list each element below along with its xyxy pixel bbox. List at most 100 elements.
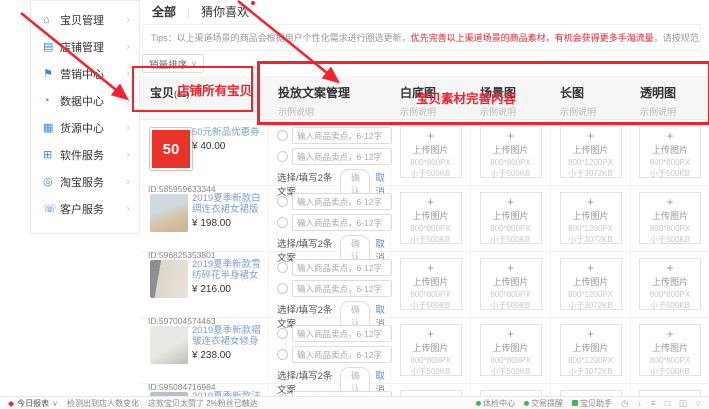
product-title-link[interactable]: 2019夏季新款白绸连衣裙女裙版短袖T恤中长款 — [192, 193, 266, 215]
download-icon[interactable]: ↓ — [637, 398, 641, 408]
plus-icon: + — [481, 329, 541, 340]
scene-upload-cell: + 上传图片 800*800PX 小于500KB — [470, 384, 550, 396]
product-image[interactable] — [150, 326, 188, 364]
upload-label: 上传图片 — [561, 209, 621, 222]
product-material-table: 宝贝(11) 投放文案管理 示例说明 白底图 示例说明 场景图 示例说明 长图 … — [140, 76, 709, 396]
checkbox[interactable] — [277, 283, 288, 294]
upload-image-button[interactable]: + 上传图片 800*800PX 小于500KB — [639, 126, 701, 178]
sidebar-item-supply-center[interactable]: ▦ 货源中心 › — [31, 114, 139, 141]
upload-image-button[interactable]: + 上传图片 800*1200PX 小于3072KB — [560, 324, 622, 376]
sort-dropdown[interactable]: 销量排序 ∨ — [142, 54, 204, 73]
sidebar-item-label: 客户服务 — [60, 201, 104, 217]
sidebar-item-software-service[interactable]: ⊞ 软件服务 › — [31, 141, 139, 168]
upload-image-button[interactable]: + 上传图片 800*800PX 小于500KB — [639, 192, 701, 244]
upload-image-button[interactable]: + 上传图片 800*800PX 小于500KB — [480, 324, 542, 376]
tips-highlight: 优先完善以上渠道场景的商品素材，有机会获得更多手淘流量 — [411, 33, 654, 43]
upload-image-button[interactable]: + 上传图片 800*800PX 小于500KB — [400, 258, 462, 310]
sidebar-item-label: 营销中心 — [60, 66, 104, 82]
clock-icon[interactable]: ◷ — [621, 398, 628, 409]
product-image[interactable] — [150, 260, 188, 298]
tab-recommend[interactable]: 猜你喜欢 — [201, 3, 249, 20]
upload-limit: 小于500KB — [401, 301, 461, 310]
sidebar-item-customer-service[interactable]: ☏ 客户服务 › — [31, 195, 139, 222]
checkbox[interactable] — [277, 349, 288, 360]
sidebar-item-taobao-service[interactable]: ◎ 淘宝服务 › — [31, 168, 139, 195]
product-title-link[interactable]: 2019夏季新款褶皱连衣裙女修身显瘦小众网红 — [192, 325, 266, 347]
chevron-right-icon: › — [126, 176, 130, 188]
column-subtitle[interactable]: 示例说明 — [480, 105, 550, 118]
upload-image-button[interactable]: + 上传图片 800*1200PX 小于3072KB — [560, 126, 622, 178]
badge-label: 宝贝助手 — [580, 399, 612, 408]
checkbox[interactable] — [277, 328, 288, 339]
upload-image-button[interactable]: + 上传图片 800*800PX 小于500KB — [400, 126, 462, 178]
selling-point-input[interactable] — [292, 127, 392, 144]
data-icon: ◔ — [43, 95, 60, 107]
product-title-link[interactable]: 2019夏季新款雪纺碎花半身裙女中长款裙摆版白 — [192, 259, 266, 281]
sidebar-item-item-manage[interactable]: ⌂ 宝贝管理 › — [31, 6, 139, 33]
checkbox[interactable] — [277, 151, 288, 162]
upload-image-button[interactable]: + 上传图片 800*1200PX 小于3072KB — [560, 258, 622, 310]
upload-size: 800*800PX — [401, 158, 461, 167]
checkbox[interactable] — [277, 217, 288, 228]
product-cell: 2019夏季新款法式波点连衣裙女中长款复古山 — [140, 384, 268, 396]
sidebar-item-marketing[interactable]: ⚑ 营销中心 › — [31, 60, 139, 87]
upload-image-button[interactable]: + 上传图片 800*800PX 小于500KB — [400, 192, 462, 244]
tab-all[interactable]: 全部 — [152, 3, 176, 20]
checkbox[interactable] — [277, 196, 288, 207]
product-image[interactable]: 50 — [150, 128, 192, 170]
column-subtitle[interactable]: 示例说明 — [400, 105, 470, 118]
statusbar-app[interactable]: ◆ 今日报表 ∨ — [8, 398, 58, 409]
sidebar-item-data-center[interactable]: ◔ 数据中心 › — [31, 87, 139, 114]
column-subtitle[interactable]: 示例说明 — [278, 105, 390, 118]
upload-image-button[interactable]: + 上传图片 800*1200PX 小于3072KB — [560, 192, 622, 244]
statusbar-message[interactable]: 这款宝贝太赞了 2%粉丝已触达 — [148, 398, 258, 409]
upload-size: 800*1200PX — [561, 158, 621, 167]
statusbar-message[interactable]: 检测出到店人数变化 — [67, 398, 139, 409]
selling-point-input[interactable] — [292, 280, 392, 297]
sidebar: ⌂ 宝贝管理 › ▤ 店铺管理 › ⚑ 营销中心 › ◔ 数据中心 › ▦ 货源… — [30, 0, 140, 234]
statusbar-badge-health[interactable]: 体检中心 — [476, 398, 515, 409]
green-dot-icon — [524, 401, 529, 406]
selling-point-input[interactable] — [292, 214, 392, 231]
selling-point-input[interactable] — [292, 259, 392, 276]
sidebar-item-label: 数据中心 — [60, 93, 104, 109]
upload-image-button[interactable]: + 上传图片 800*800PX 小于500KB — [639, 258, 701, 310]
sidebar-item-shop-manage[interactable]: ▤ 店铺管理 › — [31, 33, 139, 60]
column-header-copywriting: 投放文案管理 示例说明 — [268, 76, 390, 119]
selling-point-input[interactable] — [292, 193, 392, 210]
upload-image-button[interactable]: + 上传图片 800*800PX 小于500KB — [400, 324, 462, 376]
column-subtitle[interactable]: 示例说明 — [560, 105, 630, 118]
upload-limit: 小于500KB — [640, 169, 700, 178]
panel-icon[interactable]: ◫ — [679, 398, 687, 409]
selling-point-input[interactable] — [292, 148, 392, 165]
column-header-whitebg: 白底图 示例说明 — [390, 76, 470, 119]
upload-image-button[interactable]: + 上传图片 800*800PX 小于500KB — [639, 324, 701, 376]
column-subtitle[interactable]: 示例说明 — [640, 105, 709, 118]
upload-limit: 小于500KB — [481, 367, 541, 376]
sort-label: 销量排序 — [149, 57, 187, 71]
selling-point-input[interactable] — [292, 346, 392, 363]
statusbar-badge-trade[interactable]: 交易提醒 — [524, 398, 563, 409]
plus-icon: + — [640, 197, 700, 208]
plus-icon: + — [640, 131, 700, 142]
window-icon[interactable]: □ — [665, 398, 670, 408]
upload-image-button[interactable]: + 上传图片 800*800PX 小于500KB — [480, 126, 542, 178]
chevron-right-icon: › — [126, 149, 130, 161]
upload-label: 上传图片 — [561, 275, 621, 288]
product-image[interactable] — [150, 194, 188, 232]
statusbar-badge-assistant[interactable]: 宝贝助手 — [572, 398, 612, 409]
upload-label: 上传图片 — [481, 209, 541, 222]
checkbox[interactable] — [277, 262, 288, 273]
checkbox[interactable] — [277, 130, 288, 141]
sidebar-item-label: 店铺管理 — [60, 39, 104, 55]
menu-icon[interactable]: ≡ — [651, 398, 656, 408]
copywriting-cell: 选择/填写2条文案确认取消 — [268, 384, 390, 396]
upload-image-button[interactable]: + 上传图片 800*800PX 小于500KB — [480, 192, 542, 244]
plus-icon: + — [561, 329, 621, 340]
upload-limit: 小于500KB — [640, 367, 700, 376]
circle-icon[interactable]: ○ — [696, 398, 701, 408]
upload-image-button[interactable]: + 上传图片 800*800PX 小于500KB — [480, 258, 542, 310]
product-title-link[interactable]: 50元新品优惠券 — [192, 127, 266, 138]
upload-size: 800*1200PX — [561, 290, 621, 299]
selling-point-input[interactable] — [292, 325, 392, 342]
